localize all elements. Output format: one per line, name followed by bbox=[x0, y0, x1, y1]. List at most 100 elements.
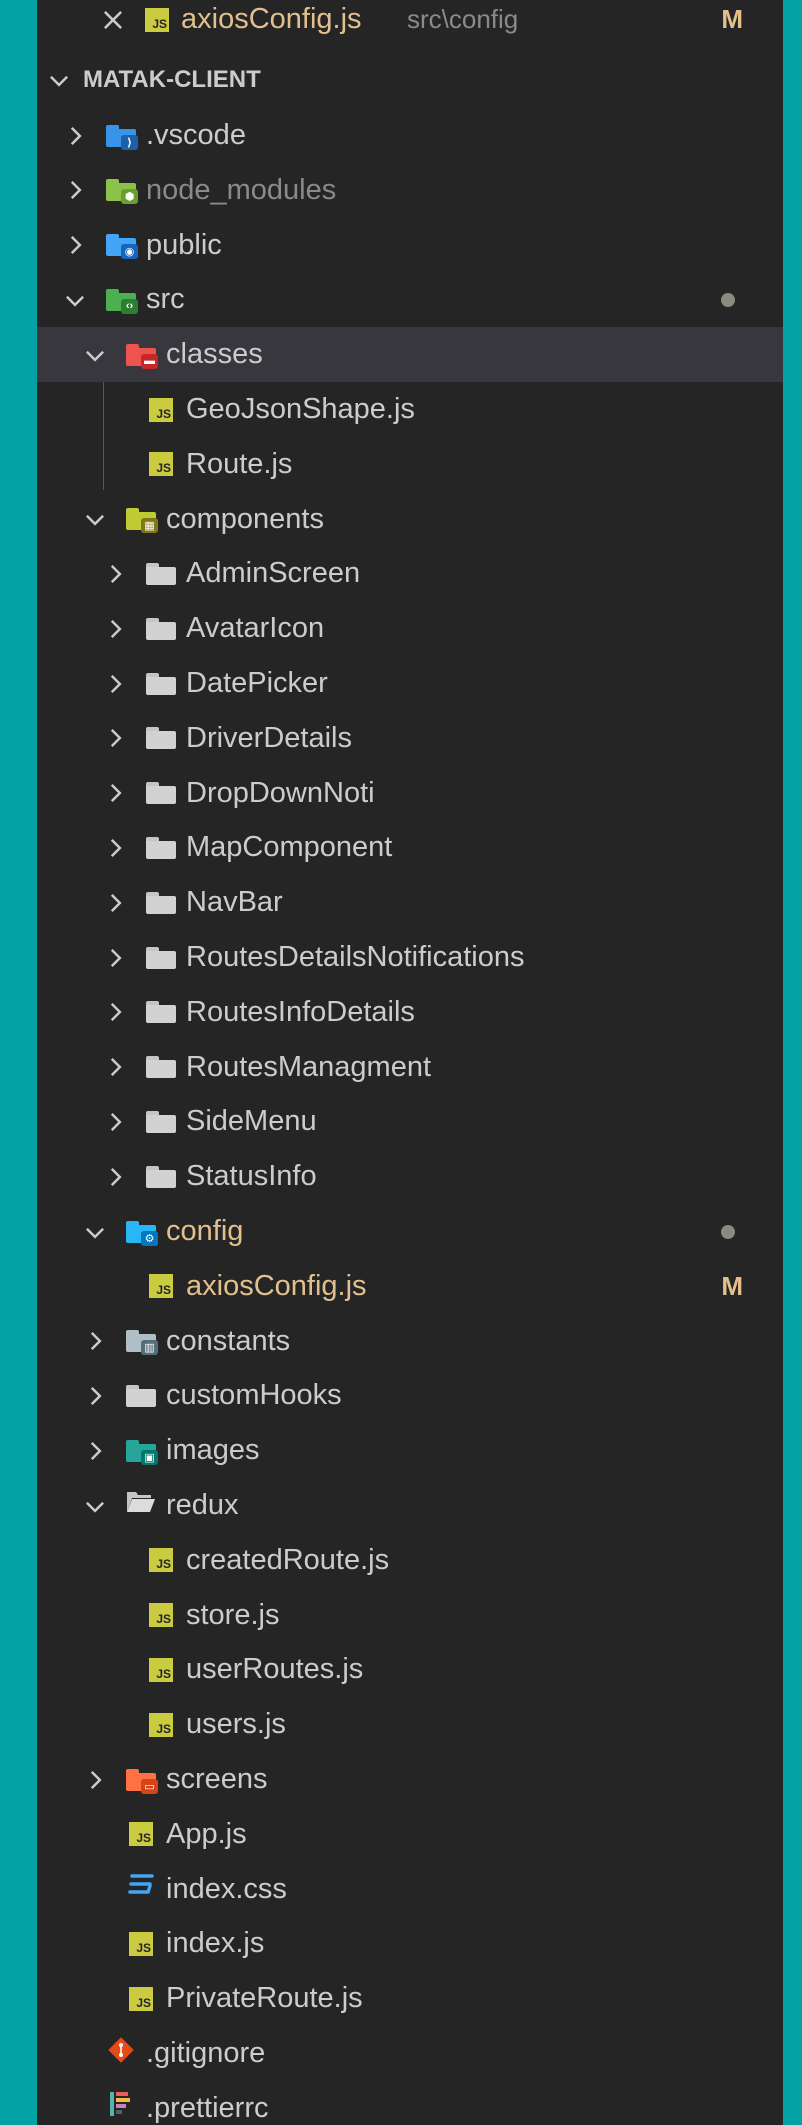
open-editor-filename: axiosConfig.js bbox=[181, 3, 362, 35]
tree-item-label: SideMenu bbox=[186, 1105, 317, 1138]
chevron-down-icon[interactable] bbox=[61, 286, 89, 314]
css-file-icon bbox=[126, 1874, 156, 1904]
tree-item-label: images bbox=[166, 1434, 260, 1467]
folder-item-driverdetails[interactable]: DriverDetails bbox=[37, 711, 783, 766]
file-item-users-js[interactable]: JS users.js bbox=[37, 1697, 783, 1752]
tree-item-label: users.js bbox=[186, 1708, 286, 1741]
file-item-route-js[interactable]: JS Route.js bbox=[37, 437, 783, 492]
node-folder-icon: ⬢ bbox=[106, 175, 138, 205]
file-item-gitignore[interactable]: .gitignore bbox=[37, 2026, 783, 2081]
file-item-prettierrc[interactable]: .prettierrc bbox=[37, 2081, 783, 2125]
chevron-right-icon[interactable] bbox=[101, 944, 129, 972]
tree-item-label: DriverDetails bbox=[186, 721, 352, 754]
chevron-down-icon[interactable] bbox=[81, 341, 109, 369]
folder-item-routesmanagment[interactable]: RoutesManagment bbox=[37, 1040, 783, 1095]
tree-item-label: .gitignore bbox=[146, 2037, 266, 2069]
tree-item-label: .prettierrc bbox=[146, 2091, 269, 2124]
chevron-right-icon[interactable] bbox=[101, 1163, 129, 1191]
folder-item-constants[interactable]: ▥ constants bbox=[37, 1314, 783, 1369]
folder-item-components[interactable]: ▦ components bbox=[37, 492, 783, 547]
git-status-badge: M bbox=[721, 1270, 743, 1301]
folder-item-images[interactable]: ▣ images bbox=[37, 1423, 783, 1478]
file-item-store-js[interactable]: JS store.js bbox=[37, 1588, 783, 1643]
open-editor-item[interactable]: JS axiosConfig.js src\config M bbox=[37, 0, 783, 47]
chevron-right-icon[interactable] bbox=[101, 724, 129, 752]
chevron-right-icon[interactable] bbox=[81, 1766, 109, 1794]
tree-item-label: axiosConfig.js bbox=[186, 1269, 367, 1302]
chevron-right-icon[interactable] bbox=[101, 834, 129, 862]
tree-item-label: AvatarIcon bbox=[186, 612, 325, 645]
chevron-right-icon[interactable] bbox=[101, 670, 129, 698]
public-folder-icon: ◉ bbox=[106, 230, 138, 260]
file-item-userroutes-js[interactable]: JS userRoutes.js bbox=[37, 1642, 783, 1697]
folder-item-statusinfo[interactable]: StatusInfo bbox=[37, 1149, 783, 1204]
folder-item-config[interactable]: ⚙ config bbox=[37, 1204, 783, 1259]
js-file-icon: JS bbox=[146, 395, 176, 425]
chevron-right-icon[interactable] bbox=[101, 615, 129, 643]
tree-item-label: Route.js bbox=[186, 447, 293, 480]
explorer-panel: JS axiosConfig.js src\config M MATAK-CLI… bbox=[37, 0, 783, 2125]
chevron-right-icon[interactable] bbox=[101, 998, 129, 1026]
file-item-index-css[interactable]: index.css bbox=[37, 1862, 783, 1917]
chevron-right-icon[interactable] bbox=[101, 1108, 129, 1136]
chevron-right-icon[interactable] bbox=[81, 1437, 109, 1465]
chevron-right-icon[interactable] bbox=[101, 560, 129, 588]
folder-icon bbox=[146, 888, 176, 918]
chevron-down-icon[interactable] bbox=[81, 1492, 109, 1520]
tree-item-label: screens bbox=[166, 1763, 268, 1795]
file-item-geojsonshape-js[interactable]: JS GeoJsonShape.js bbox=[37, 382, 783, 437]
tree-item-label: PrivateRoute.js bbox=[166, 1982, 363, 2015]
folder-item-redux[interactable]: redux bbox=[37, 1478, 783, 1533]
folder-item-routesinfodetails[interactable]: RoutesInfoDetails bbox=[37, 985, 783, 1040]
js-file-icon: JS bbox=[146, 1655, 176, 1685]
folder-item-node-modules[interactable]: ⬢ node_modules bbox=[37, 163, 783, 218]
chevron-right-icon[interactable] bbox=[101, 1053, 129, 1081]
folder-item-src[interactable]: ‹› src bbox=[37, 272, 783, 327]
folder-item-sidemenu[interactable]: SideMenu bbox=[37, 1094, 783, 1149]
js-file-icon: JS bbox=[146, 1271, 176, 1301]
tree-item-label: RoutesDetailsNotifications bbox=[186, 941, 525, 973]
folder-item-public[interactable]: ◉ public bbox=[37, 218, 783, 273]
folder-icon bbox=[146, 1107, 176, 1137]
tree-item-label: .vscode bbox=[146, 119, 246, 151]
tree-item-label: NavBar bbox=[186, 886, 283, 919]
folder-item-navbar[interactable]: NavBar bbox=[37, 875, 783, 930]
folder-item-classes[interactable]: ▬ classes bbox=[37, 327, 783, 383]
tree-item-label: StatusInfo bbox=[186, 1160, 317, 1193]
tree-item-label: DropDownNoti bbox=[186, 776, 375, 809]
chevron-right-icon[interactable] bbox=[101, 779, 129, 807]
chevron-right-icon[interactable] bbox=[61, 231, 89, 259]
close-icon[interactable] bbox=[99, 6, 127, 34]
file-item-axiosconfig-js[interactable]: JS axiosConfig.js M bbox=[37, 1259, 783, 1314]
js-file-icon: JS bbox=[146, 449, 176, 479]
folder-item-adminscreen[interactable]: AdminScreen bbox=[37, 546, 783, 601]
chevron-right-icon[interactable] bbox=[61, 122, 89, 150]
file-item-index-js[interactable]: JS index.js bbox=[37, 1916, 783, 1971]
file-item-privateroute-js[interactable]: JS PrivateRoute.js bbox=[37, 1971, 783, 2026]
folder-item-mapcomponent[interactable]: MapComponent bbox=[37, 820, 783, 875]
folder-item-dropdownnoti[interactable]: DropDownNoti bbox=[37, 766, 783, 821]
file-item-createdroute-js[interactable]: JS createdRoute.js bbox=[37, 1533, 783, 1588]
tree-item-label: public bbox=[146, 228, 222, 261]
folder-item-datepicker[interactable]: DatePicker bbox=[37, 656, 783, 711]
modified-dot bbox=[721, 292, 735, 307]
explorer-root-header[interactable]: MATAK-CLIENT bbox=[37, 54, 783, 106]
chevron-right-icon[interactable] bbox=[81, 1327, 109, 1355]
file-item-app-js[interactable]: JS App.js bbox=[37, 1807, 783, 1862]
tree-item-label: redux bbox=[166, 1489, 239, 1521]
folder-item-vscode[interactable]: ⟩ .vscode bbox=[37, 108, 783, 163]
chevron-down-icon[interactable] bbox=[81, 1218, 109, 1246]
folder-item-screens[interactable]: ▭ screens bbox=[37, 1752, 783, 1807]
chevron-down-icon[interactable] bbox=[81, 505, 109, 533]
tree-item-label: RoutesManagment bbox=[186, 1050, 432, 1083]
js-file-icon: JS bbox=[142, 5, 172, 35]
chevron-right-icon[interactable] bbox=[61, 176, 89, 204]
folder-icon bbox=[146, 723, 176, 753]
folder-item-customhooks[interactable]: customHooks bbox=[37, 1368, 783, 1423]
chevron-right-icon[interactable] bbox=[101, 889, 129, 917]
js-file-icon: JS bbox=[126, 1984, 156, 2014]
folder-item-routesdetailsnotifications[interactable]: RoutesDetailsNotifications bbox=[37, 930, 783, 985]
folder-item-avataricon[interactable]: AvatarIcon bbox=[37, 601, 783, 656]
config-folder-icon: ⚙ bbox=[126, 1217, 158, 1247]
chevron-right-icon[interactable] bbox=[81, 1382, 109, 1410]
